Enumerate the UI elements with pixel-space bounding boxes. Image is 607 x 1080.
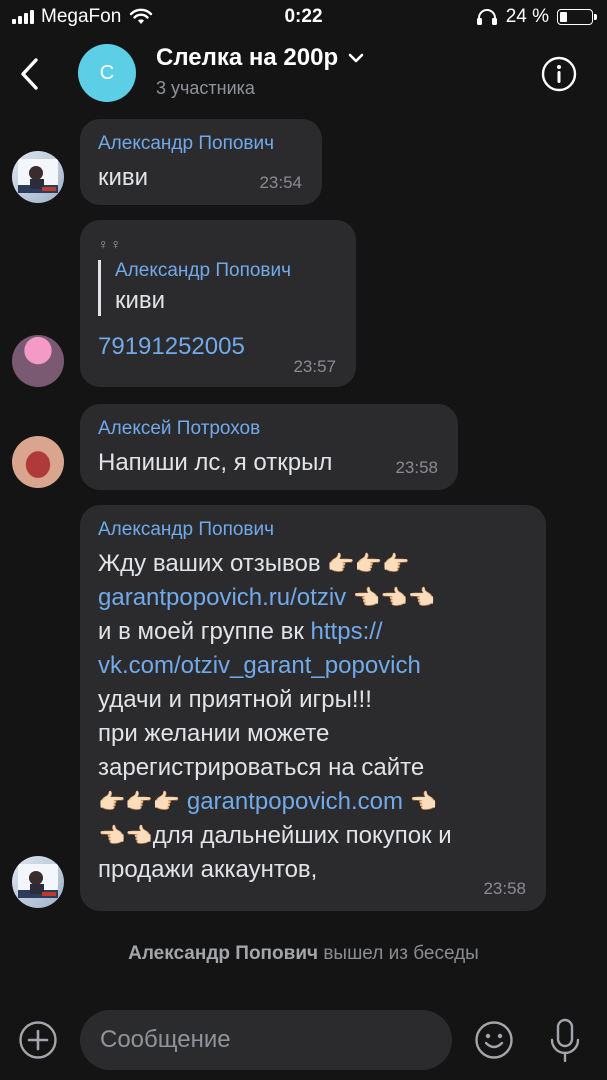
message-line: и в моей группе вк https:// (98, 615, 528, 649)
avatar[interactable] (12, 436, 64, 488)
link-vk-part2[interactable]: vk.com/otziv_garant_popovich (98, 652, 421, 679)
message-time: 23:57 (293, 357, 336, 376)
message-line: 👈🏻👈🏻для дальнейших покупок и (98, 819, 528, 853)
pointing-right-emoji: 👉🏻👉🏻👉🏻 (98, 789, 181, 814)
message-input[interactable] (80, 1010, 452, 1070)
microphone-icon[interactable] (548, 1018, 582, 1064)
message-line: продажи аккаунтов, (98, 856, 318, 883)
battery-icon (557, 9, 597, 25)
avatar-photo (18, 864, 58, 898)
message-time: 23:54 (259, 173, 302, 192)
message-sender[interactable]: Алексей Потрохов (98, 418, 440, 440)
message-bubble[interactable]: Александр Попович Жду ваших отзывов 👉🏻👉🏻… (80, 505, 546, 911)
info-icon[interactable] (541, 56, 577, 92)
message-text: Жду ваших отзывов 👉🏻👉🏻👉🏻 garantpopovich.… (98, 547, 528, 887)
link-site[interactable]: garantpopovich.com (187, 788, 403, 815)
link-vk-part1[interactable]: https:// (311, 618, 383, 645)
text-segment: и в моей группе вк (98, 618, 304, 645)
message-sender[interactable]: Александр Попович (98, 519, 528, 541)
message-bubble[interactable]: ♀♀ Александр Попович киви 79191252005 23… (80, 220, 356, 387)
chat-title-text: Слелка на 200р (156, 44, 339, 71)
system-message: Александр Попович вышел из беседы (0, 943, 607, 965)
message-time: 23:58 (395, 458, 438, 477)
message-line: 👉🏻👉🏻👉🏻 garantpopovich.com 👈🏻 (98, 785, 528, 819)
message-line: garantpopovich.ru/otziv 👈🏻👈🏻👈🏻 (98, 581, 528, 615)
plus-icon[interactable] (18, 1020, 58, 1060)
message-line: vk.com/otziv_garant_popovich (98, 649, 528, 683)
chevron-down-icon (348, 53, 364, 63)
avatar[interactable] (12, 856, 64, 908)
reply-quote[interactable]: Александр Попович киви (98, 260, 338, 316)
back-chevron-icon[interactable] (16, 56, 46, 92)
avatar-photo (18, 159, 58, 193)
message-time: 23:58 (483, 879, 526, 898)
reply-text: киви (115, 287, 166, 314)
sticker-text: ♀♀ (98, 236, 123, 252)
message-bubble[interactable]: Александр Попович киви 23:54 (80, 119, 322, 205)
status-right: 24 % (476, 6, 597, 28)
composer (0, 1008, 607, 1072)
message-line: при желании можете (98, 720, 330, 747)
text-segment: Жду ваших отзывов (98, 550, 321, 577)
emoji-icon[interactable] (474, 1020, 514, 1060)
pointing-right-emoji: 👉🏻👉🏻👉🏻 (327, 551, 410, 576)
chat-header: С Слелка на 200р 3 участника (0, 34, 607, 116)
pointing-left-emoji: 👈🏻 (409, 789, 438, 814)
message-bubble[interactable]: Алексей Потрохов Напиши лс, я открыл 23:… (80, 404, 458, 490)
avatar[interactable] (12, 335, 64, 387)
message-line: удачи и приятной игры!!! (98, 686, 372, 713)
reply-sender: Александр Попович (115, 260, 292, 281)
link-otziv[interactable]: garantpopovich.ru/otziv (98, 584, 346, 611)
message-sender[interactable]: Александр Попович (98, 133, 304, 155)
chat-subtitle: 3 участника (156, 78, 255, 98)
status-bar: MegaFon 0:22 24 % (0, 0, 607, 34)
pointing-left-emoji: 👈🏻👈🏻👈🏻 (352, 585, 436, 610)
text-segment: для дальнейших покупок и (152, 822, 452, 849)
message-text: Напиши лс, я открыл (98, 449, 333, 476)
system-message-action: вышел из беседы (323, 943, 479, 964)
battery-level (560, 12, 567, 22)
system-message-name[interactable]: Александр Попович (128, 943, 318, 964)
battery-percent: 24 % (505, 6, 549, 27)
message-line: зарегистрироваться на сайте (98, 754, 425, 781)
chat-avatar[interactable]: С (78, 44, 136, 102)
pointing-left-emoji: 👈🏻👈🏻 (98, 823, 153, 848)
chat-title[interactable]: Слелка на 200р (156, 44, 364, 72)
headphones-icon (476, 9, 497, 25)
avatar[interactable] (12, 151, 64, 203)
message-line: Жду ваших отзывов 👉🏻👉🏻👉🏻 (98, 547, 528, 581)
